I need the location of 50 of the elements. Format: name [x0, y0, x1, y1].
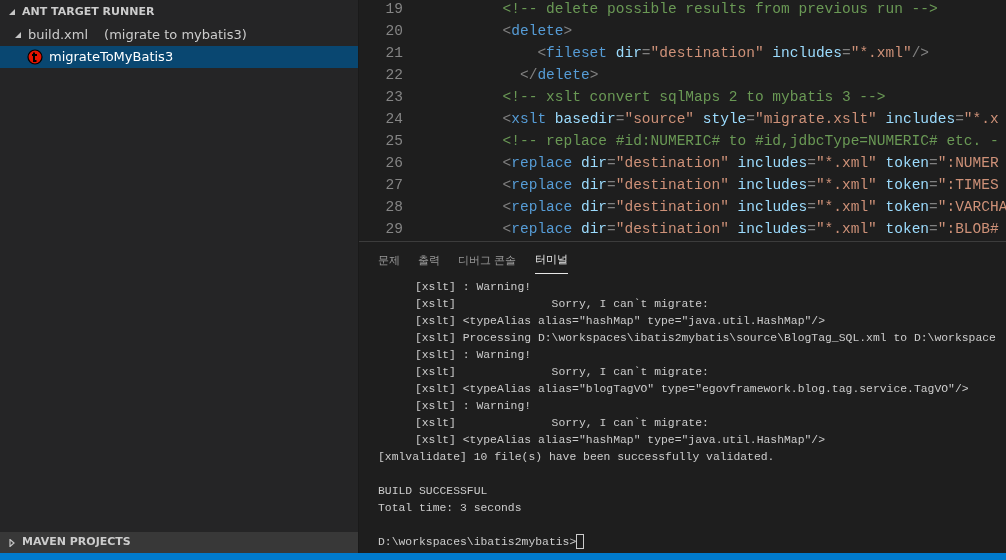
terminal-line: [xslt] : Warning!: [414, 349, 532, 361]
code-line: <replace dir="destination" includes="*.xml" token=":BLOB#: [501, 220, 999, 239]
expanded-icon[interactable]: [14, 31, 22, 39]
tree-item[interactable]: build.xml (migrate to mybatis3): [0, 24, 358, 46]
line-number: 29: [384, 220, 403, 239]
terminal-line: [xmlvalidate] 10 file(s) have been successfully validated.: [378, 451, 775, 463]
target-icon: [27, 49, 43, 65]
code-line: <!-- xslt convert sqlMaps 2 to mybatis 3 -->: [501, 88, 886, 107]
target-description: (migrate to mybatis3): [104, 26, 247, 45]
code-line: <fileset dir="destination" includes="*.xml"/>: [536, 44, 930, 63]
code-line: <!-- replace #id:NUMERIC# to #id,jdbcType=NUMERIC# etc. -: [501, 132, 999, 151]
code-line: <delete>: [501, 22, 573, 41]
tree-item[interactable]: migrateToMyBatis3: [0, 46, 358, 68]
terminal-line: Total time: 3 seconds: [378, 502, 522, 514]
line-number: 28: [384, 198, 403, 217]
section-title[interactable]: ANT TARGET RUNNER: [22, 3, 155, 21]
terminal-line: [xslt] Processing D:\workspaces\ibatis2mybatis\source\BlogTag_SQL.xml to D:\workspace: [414, 332, 996, 344]
line-number: 25: [384, 132, 403, 151]
terminal-line: [xslt] Sorry, I can`t migrate:: [414, 417, 709, 429]
file-name: build.xml: [28, 26, 89, 45]
cursor: [576, 534, 585, 550]
terminal-line: [xslt] <typeAlias alias="hashMap" type="java.util.HashMap"/>: [414, 315, 826, 327]
line-number: 22: [384, 66, 403, 85]
code-line: </delete>: [519, 66, 599, 85]
panel-tab[interactable]: 디버그 콘솔: [458, 252, 517, 274]
collapsed-icon[interactable]: [8, 538, 16, 547]
terminal-line: [xslt] : Warning!: [414, 400, 532, 412]
terminal-line: [xslt] Sorry, I can`t migrate:: [414, 298, 709, 310]
panel-tab[interactable]: 문제: [378, 252, 400, 274]
code-line: <xslt basedir="source" style="migrate.xslt" includes="*.x: [501, 110, 999, 129]
line-number: 23: [384, 88, 403, 107]
terminal-line: D:\workspaces\ibatis2mybatis>: [378, 536, 577, 548]
code-line: <replace dir="destination" includes="*.xml" token=":TIMES: [501, 176, 999, 195]
line-number: 20: [384, 22, 403, 41]
code-line: <replace dir="destination" includes="*.xml" token=":NUMER: [501, 154, 999, 173]
panel-tab[interactable]: 출력: [418, 252, 440, 274]
terminal-line: [xslt] <typeAlias alias="hashMap" type="java.util.HashMap"/>: [414, 434, 826, 446]
target-name: migrateToMyBatis3: [49, 48, 174, 67]
line-number: 19: [384, 0, 403, 19]
line-number: 27: [384, 176, 403, 195]
code-line: <!-- delete possible results from previous run -->: [501, 0, 938, 19]
line-number: 26: [384, 154, 403, 173]
terminal-line: [xslt] : Warning!: [414, 281, 532, 293]
terminal-line: [xslt] <typeAlias alias="blogTagVO" type="egovframework.blog.tag.service.TagVO"/>: [414, 383, 969, 395]
terminal-line: BUILD SUCCESSFUL: [378, 485, 488, 497]
line-number: 21: [384, 44, 403, 63]
panel-tab[interactable]: 터미널: [534, 252, 568, 274]
terminal-line: [xslt] Sorry, I can`t migrate:: [414, 366, 709, 378]
line-number: 24: [384, 110, 403, 129]
expanded-icon[interactable]: [8, 8, 16, 16]
